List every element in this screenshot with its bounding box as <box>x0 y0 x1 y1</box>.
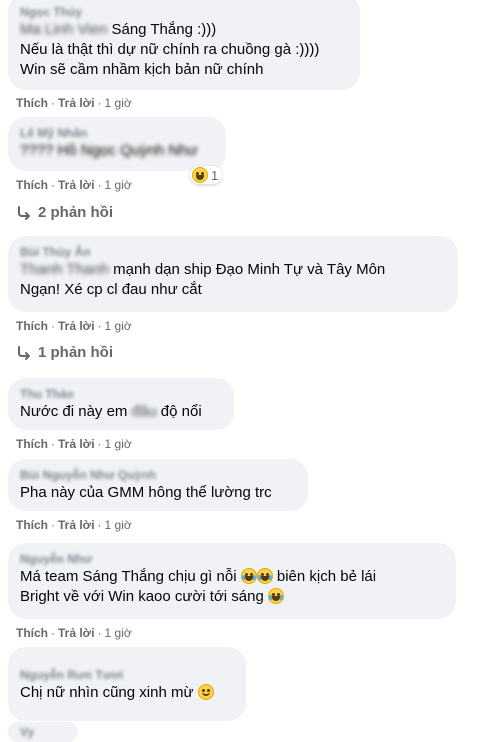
comment-bubble: Lê Mỹ Nhân ???? Hồ Ngọc Quỳnh Như <box>8 117 226 171</box>
comment-author[interactable]: Nguyễn Rưn Tươi <box>20 667 234 683</box>
comment-bubble: Ngọc Thúy Ma Linh Vien Sáng Thắng :))) N… <box>8 0 360 90</box>
comment-text: Bright về với Win kaoo cười tới sáng <box>20 587 444 607</box>
timestamp[interactable]: 1 giờ <box>105 518 132 532</box>
comment-bubble: Bùi Thùy Ân Thanh Thanh mạnh dạn ship Đạ… <box>8 236 458 312</box>
reply-link[interactable]: Trả lời <box>58 178 95 192</box>
comment-author[interactable]: Thu Thảo <box>20 386 222 402</box>
blurred-word: đâu <box>131 403 157 420</box>
comment-actions: Thích · Trả lời · 1 giờ <box>16 96 132 110</box>
reply-link[interactable]: Trả lời <box>58 96 95 110</box>
comment-actions: Thích · Trả lời · 1 giờ <box>16 437 132 451</box>
timestamp[interactable]: 1 giờ <box>105 96 132 110</box>
comment-text: Ma Linh Vien Sáng Thắng :))) <box>20 21 217 38</box>
comment-author[interactable]: Ngọc Thúy <box>20 4 348 20</box>
like-link[interactable]: Thích <box>16 178 48 192</box>
comment-author[interactable]: Vy <box>20 724 66 740</box>
view-replies-button[interactable]: 1 phản hồi <box>16 343 113 363</box>
reply-link[interactable]: Trả lời <box>58 437 95 451</box>
blurred-mention: Thanh Thanh <box>20 261 109 278</box>
comment-text: Chị nữ nhìn cũng xinh mừ <box>20 683 234 703</box>
comment-text: Ngạn! Xé cp cl đau như cắt <box>20 281 202 298</box>
comment-bubble: Nguyễn Rưn Tươi Chị nữ nhìn cũng xinh mừ <box>8 647 246 721</box>
comment-bubble: Nguyễn Như Má team Sáng Thắng chịu gì nỗ… <box>8 543 456 619</box>
reply-link[interactable]: Trả lời <box>58 626 95 640</box>
comment-text: Pha này của GMM hông thể lường trc <box>20 484 272 501</box>
laugh-cry-emoji-icon <box>192 167 208 183</box>
comment-actions: Thích · Trả lời · 1 giờ <box>16 518 132 532</box>
smile-emoji-icon <box>197 684 214 700</box>
comment-author[interactable]: Bùi Thùy Ân <box>20 244 446 260</box>
timestamp[interactable]: 1 giờ <box>105 319 132 333</box>
laugh-cry-emoji-icon <box>267 588 284 604</box>
reply-arrow-icon <box>18 206 30 220</box>
comment-bubble: Bùi Nguyễn Như Quỳnh Pha này của GMM hôn… <box>8 459 308 511</box>
timestamp[interactable]: 1 giờ <box>105 178 132 192</box>
like-link[interactable]: Thích <box>16 319 48 333</box>
comment-text: Thanh Thanh mạnh dạn ship Đạo Minh Tự và… <box>20 261 386 278</box>
comment-author[interactable]: Bùi Nguyễn Như Quỳnh <box>20 467 296 483</box>
comment-actions: Thích · Trả lời · 1 giờ <box>16 178 132 192</box>
comment-author[interactable]: Nguyễn Như <box>20 551 444 567</box>
reply-link[interactable]: Trả lời <box>58 319 95 333</box>
view-replies-button[interactable]: 2 phản hồi <box>16 203 113 223</box>
comment-text: Nếu là thật thì dự nữ chính ra chuồng gà… <box>20 41 320 58</box>
comment-bubble: Thu Thảo Nước đi này em đâu độ nổi <box>8 378 234 430</box>
like-link[interactable]: Thích <box>16 96 48 110</box>
blurred-mention: Ma Linh Vien <box>20 21 108 38</box>
comment-actions: Thích · Trả lời · 1 giờ <box>16 626 132 640</box>
like-link[interactable]: Thích <box>16 518 48 532</box>
comment-bubble: Vy <box>8 722 78 742</box>
comment-text: ???? Hồ Ngọc Quỳnh Như <box>20 142 198 159</box>
comment-author[interactable]: Lê Mỹ Nhân <box>20 125 214 141</box>
reply-arrow-icon <box>18 346 30 360</box>
laugh-cry-emoji-icon <box>256 568 273 584</box>
comment-text: Má team Sáng Thắng chịu gì nỗi biên kịch… <box>20 568 377 585</box>
reaction-summary[interactable]: 1 <box>190 166 223 184</box>
reply-link[interactable]: Trả lời <box>58 518 95 532</box>
comment-text: Nước đi này em đâu độ nổi <box>20 403 202 420</box>
like-link[interactable]: Thích <box>16 437 48 451</box>
comment-text: Win sẽ cầm nhầm kịch bản nữ chính <box>20 61 264 78</box>
timestamp[interactable]: 1 giờ <box>105 437 132 451</box>
comment-actions: Thích · Trả lời · 1 giờ <box>16 319 132 333</box>
like-link[interactable]: Thích <box>16 626 48 640</box>
laugh-cry-emoji-icon <box>240 568 257 584</box>
timestamp[interactable]: 1 giờ <box>105 626 132 640</box>
